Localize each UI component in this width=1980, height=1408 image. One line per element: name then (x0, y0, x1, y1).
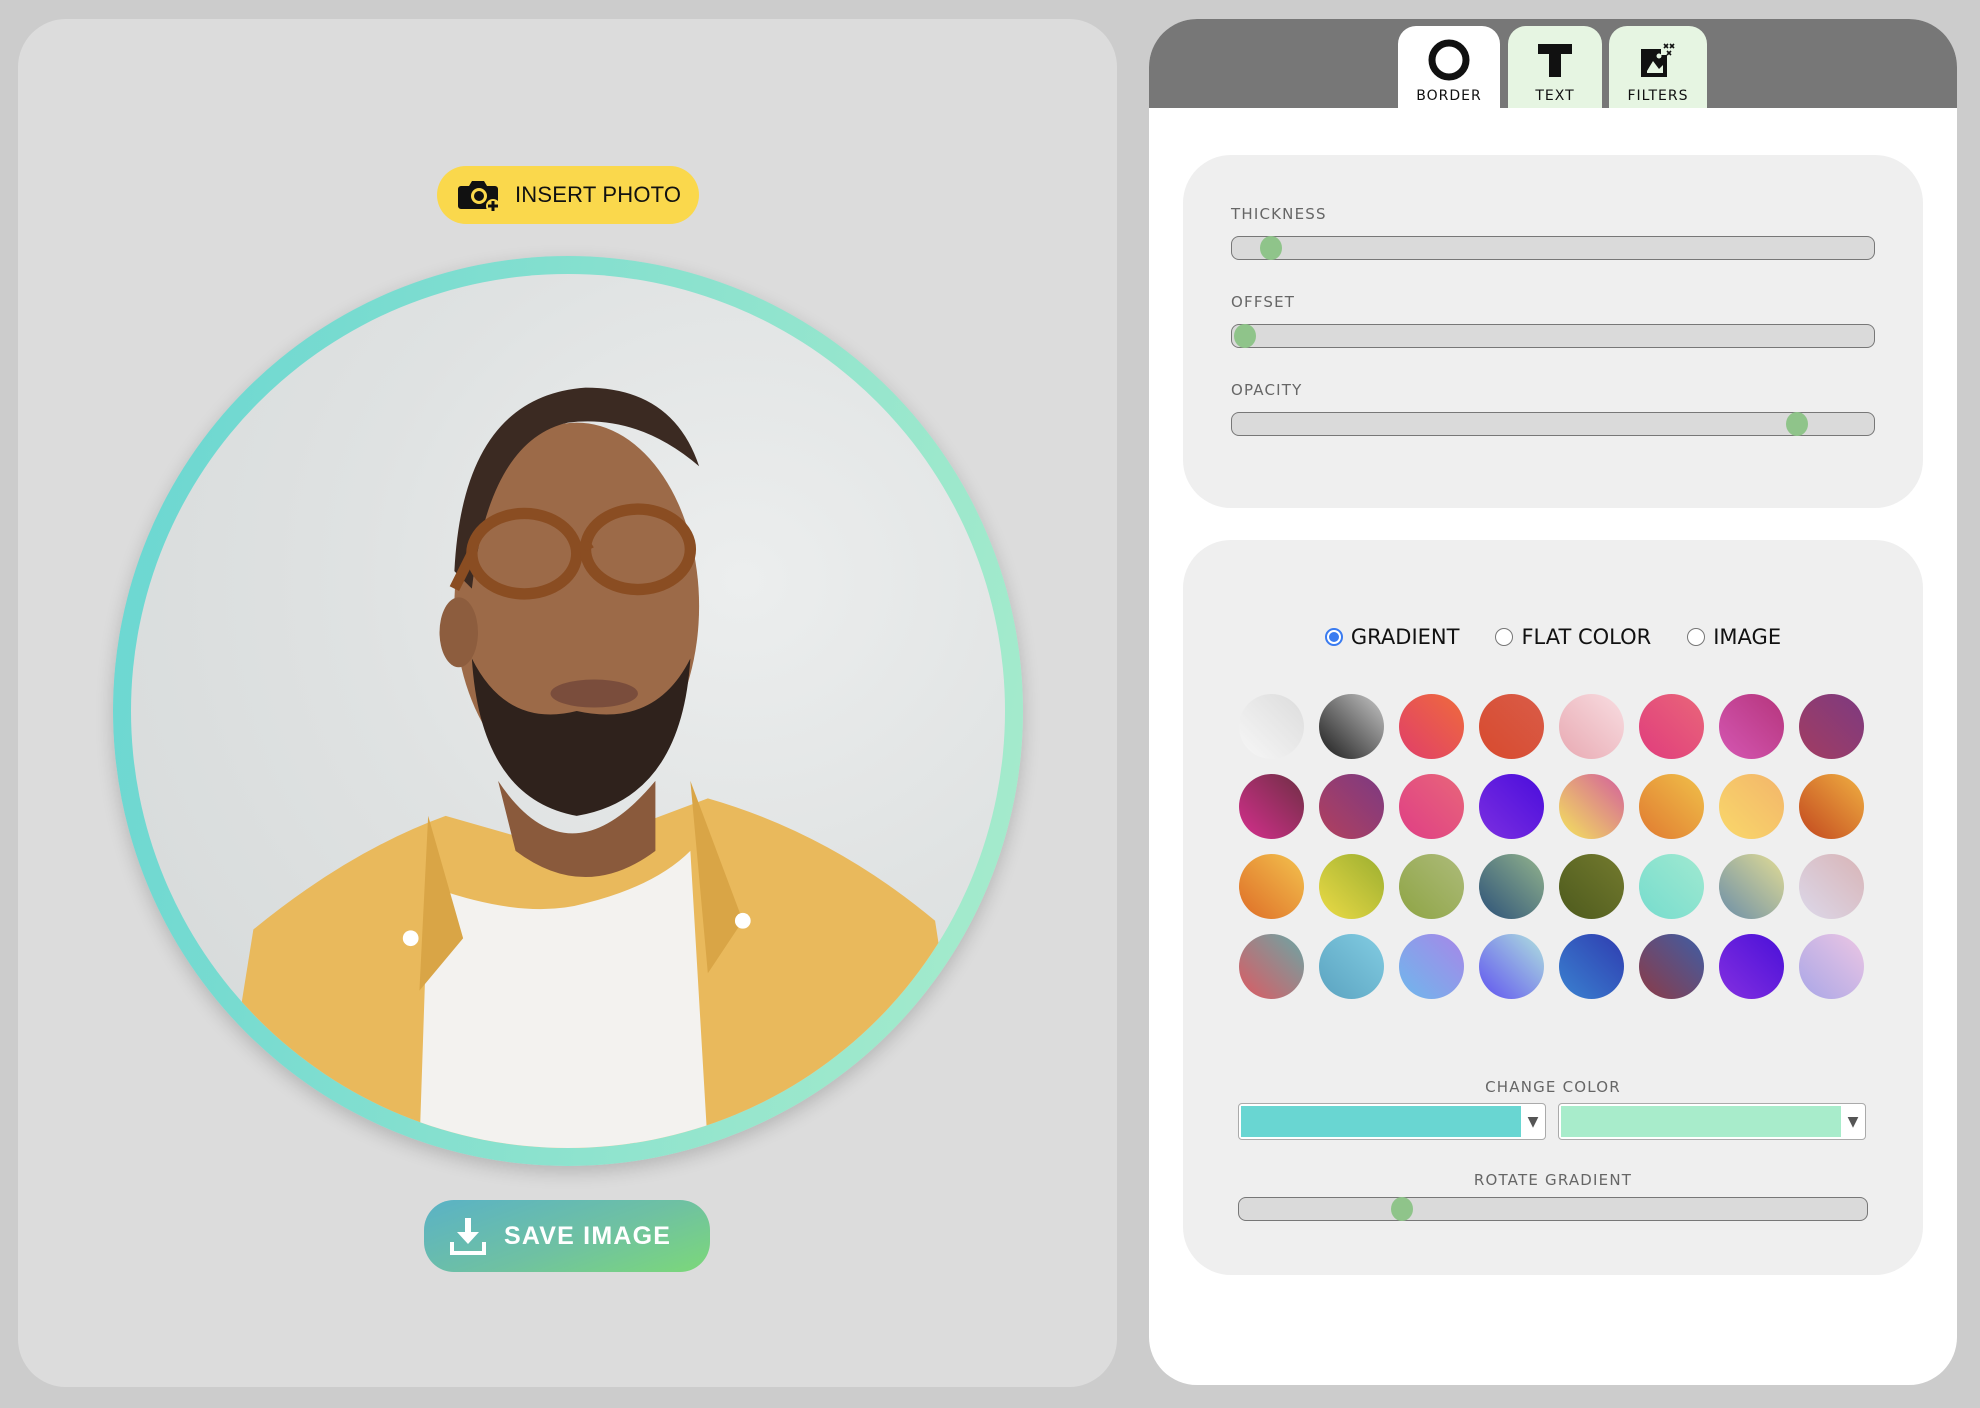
gradient-swatch[interactable] (1399, 694, 1464, 759)
radio-image-label: IMAGE (1713, 625, 1782, 649)
gradient-swatch[interactable] (1479, 694, 1544, 759)
gradient-swatch[interactable] (1719, 774, 1784, 839)
camera-plus-icon (458, 181, 500, 212)
gradient-swatch[interactable] (1239, 774, 1304, 839)
gradient-swatch[interactable] (1479, 854, 1544, 919)
gradient-swatch[interactable] (1639, 774, 1704, 839)
insert-photo-button[interactable]: INSERT PHOTO (437, 166, 699, 224)
opacity-slider-thumb[interactable] (1785, 412, 1808, 436)
gradient-swatch[interactable] (1799, 774, 1864, 839)
download-icon (450, 1218, 486, 1255)
preview-panel: INSERT PHOTO SAVE IMAGE (18, 19, 1117, 1387)
gradient-color-b-select[interactable]: ▼ (1558, 1103, 1866, 1140)
tab-filters[interactable]: FILTERS (1609, 26, 1707, 108)
radio-flat-color-label: FLAT COLOR (1521, 625, 1652, 649)
radio-flat-color[interactable]: FLAT COLOR (1495, 625, 1651, 649)
dropdown-arrow-icon: ▼ (1847, 1113, 1859, 1130)
radio-gradient[interactable]: GRADIENT (1324, 625, 1460, 649)
gradient-swatch[interactable] (1479, 774, 1544, 839)
radio-image-indicator[interactable] (1687, 628, 1706, 646)
ring-icon (1428, 39, 1470, 81)
border-color-card: GRADIENT FLAT COLOR IMAGE CHANGE COLOR ▼… (1183, 540, 1923, 1275)
gradient-swatch-grid (1239, 694, 1864, 999)
rotate-gradient-slider[interactable] (1238, 1197, 1868, 1221)
gradient-swatch[interactable] (1559, 854, 1624, 919)
radio-image[interactable]: IMAGE (1687, 625, 1781, 649)
color-b-preview (1561, 1106, 1841, 1137)
settings-panel: BORDER TEXT FILTERS THICKNESS OFFSET OPA… (1149, 19, 1957, 1385)
insert-photo-label: INSERT PHOTO (515, 182, 682, 207)
gradient-swatch[interactable] (1639, 934, 1704, 999)
gradient-swatch[interactable] (1799, 854, 1864, 919)
tab-text-label: TEXT (1535, 88, 1575, 104)
tab-bar: BORDER TEXT FILTERS (1149, 19, 1957, 108)
tab-border-label: BORDER (1416, 88, 1482, 104)
gradient-swatch[interactable] (1719, 934, 1784, 999)
gradient-swatch[interactable] (1559, 694, 1624, 759)
offset-label: OFFSET (1231, 293, 1296, 311)
gradient-swatch[interactable] (1399, 854, 1464, 919)
thickness-slider-thumb[interactable] (1259, 236, 1282, 260)
gradient-swatch[interactable] (1799, 694, 1864, 759)
opacity-slider[interactable] (1231, 412, 1875, 436)
gradient-swatch[interactable] (1239, 934, 1304, 999)
thickness-slider[interactable] (1231, 236, 1875, 260)
gradient-swatch[interactable] (1559, 934, 1624, 999)
gradient-swatch[interactable] (1319, 694, 1384, 759)
gradient-swatch[interactable] (1799, 934, 1864, 999)
rotate-gradient-slider-thumb[interactable] (1391, 1197, 1414, 1221)
dropdown-arrow-icon: ▼ (1527, 1113, 1539, 1130)
change-color-label: CHANGE COLOR (1485, 1078, 1621, 1096)
gradient-swatch[interactable] (1239, 694, 1304, 759)
gradient-swatch[interactable] (1639, 854, 1704, 919)
gradient-color-a-select[interactable]: ▼ (1238, 1103, 1546, 1140)
fill-mode-radio-group: GRADIENT FLAT COLOR IMAGE (1183, 625, 1923, 649)
tab-filters-label: FILTERS (1627, 88, 1689, 104)
radio-gradient-label: GRADIENT (1350, 625, 1460, 649)
gradient-swatch[interactable] (1319, 934, 1384, 999)
gradient-swatch[interactable] (1719, 854, 1784, 919)
gradient-swatch[interactable] (1559, 774, 1624, 839)
offset-slider[interactable] (1231, 324, 1875, 348)
thickness-label: THICKNESS (1231, 205, 1327, 223)
gradient-swatch[interactable] (1399, 774, 1464, 839)
rotate-gradient-label: ROTATE GRADIENT (1473, 1171, 1633, 1189)
tab-border[interactable]: BORDER (1398, 26, 1500, 108)
portrait-illustration (218, 387, 971, 1148)
offset-slider-thumb[interactable] (1233, 324, 1256, 348)
gradient-swatch[interactable] (1319, 854, 1384, 919)
border-sliders-card: THICKNESS OFFSET OPACITY (1183, 155, 1923, 508)
gradient-swatch[interactable] (1399, 934, 1464, 999)
opacity-label: OPACITY (1231, 381, 1303, 399)
radio-gradient-indicator[interactable] (1324, 628, 1343, 646)
text-t-icon (1538, 44, 1572, 77)
save-image-label: SAVE IMAGE (504, 1221, 672, 1250)
gradient-swatch[interactable] (1239, 854, 1304, 919)
gradient-swatch[interactable] (1319, 774, 1384, 839)
gradient-swatch[interactable] (1719, 694, 1784, 759)
tab-text[interactable]: TEXT (1508, 26, 1602, 108)
gradient-swatch[interactable] (1639, 694, 1704, 759)
image-sparkle-icon (1641, 43, 1675, 77)
save-image-button[interactable]: SAVE IMAGE (424, 1200, 710, 1272)
profile-photo[interactable] (131, 274, 1005, 1148)
gradient-swatch[interactable] (1479, 934, 1544, 999)
color-a-preview (1241, 1106, 1521, 1137)
radio-flat-color-indicator[interactable] (1495, 628, 1514, 646)
photo-border-ring (113, 256, 1023, 1166)
